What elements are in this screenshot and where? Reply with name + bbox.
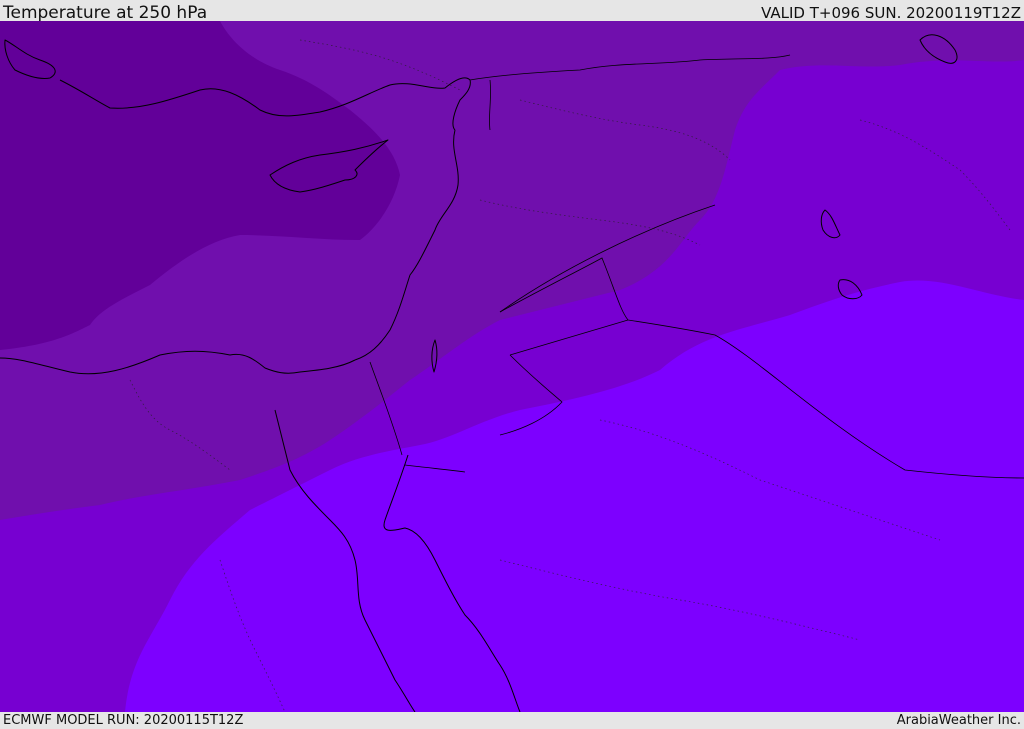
valid-time: VALID T+096 SUN. 20200119T12Z — [761, 4, 1021, 22]
model-run-label: ECMWF MODEL RUN: 20200115T12Z — [3, 713, 244, 728]
credit-label: ArabiaWeather Inc. — [896, 713, 1021, 728]
temperature-map — [0, 21, 1024, 712]
header-bar: Temperature at 250 hPa VALID T+096 SUN. … — [0, 0, 1024, 23]
map-title: Temperature at 250 hPa — [3, 3, 208, 23]
map-area — [0, 21, 1024, 712]
weather-map-frame: Temperature at 250 hPa VALID T+096 SUN. … — [0, 0, 1024, 729]
footer-bar: ECMWF MODEL RUN: 20200115T12Z ArabiaWeat… — [0, 712, 1024, 729]
